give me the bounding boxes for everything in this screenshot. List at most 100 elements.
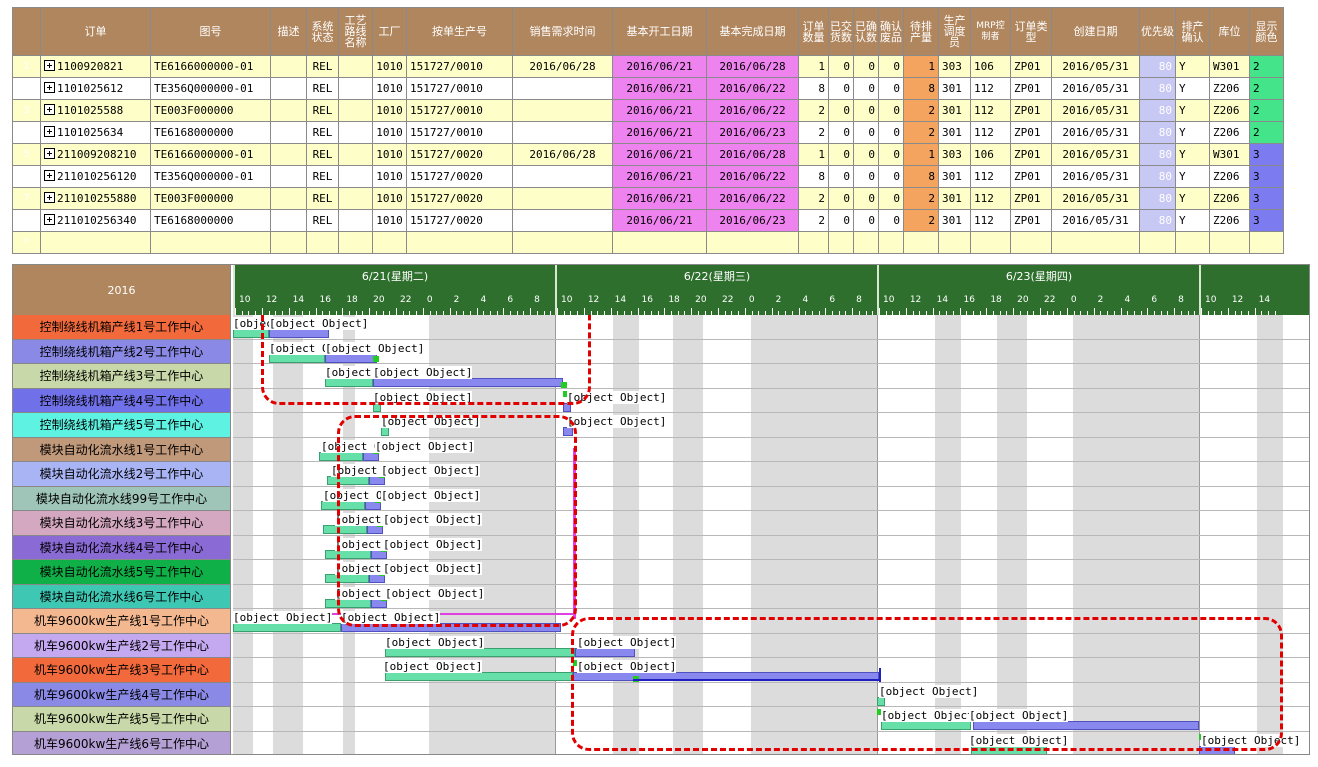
col-header[interactable]: 工艺路线名称	[338, 7, 373, 56]
color-cell[interactable]: 2	[1249, 55, 1284, 78]
finish-date-cell[interactable]: 2016/06/22	[706, 77, 799, 100]
col-header[interactable]: 生产调度员	[938, 7, 971, 56]
plant-cell[interactable]: 1010	[372, 165, 407, 188]
empty-cell[interactable]	[306, 231, 339, 254]
resource-row-label[interactable]: 机车9600kw生产线1号工作中心	[13, 609, 231, 634]
empty-cell[interactable]	[798, 231, 829, 254]
pending-cell[interactable]: 1	[903, 143, 939, 166]
finish-date-cell[interactable]: 2016/06/22	[706, 99, 799, 122]
plant-cell[interactable]: 1010	[372, 187, 407, 210]
priority-cell[interactable]: 80	[1139, 55, 1176, 78]
priority-cell[interactable]: 80	[1139, 143, 1176, 166]
type-cell[interactable]: ZP01	[1010, 121, 1052, 144]
col-header[interactable]: 基本完成日期	[706, 7, 799, 56]
col-header[interactable]: 库位	[1209, 7, 1250, 56]
start-date-cell[interactable]: 2016/06/21	[612, 121, 707, 144]
mto-cell[interactable]: 151727/0020	[406, 187, 513, 210]
part-number-cell[interactable]: TE6168000000	[150, 121, 271, 144]
sales-date-cell[interactable]	[512, 165, 613, 188]
empty-cell[interactable]	[338, 231, 373, 254]
type-cell[interactable]: ZP01	[1010, 55, 1052, 78]
col-header[interactable]: 创建日期	[1051, 7, 1140, 56]
part-number-cell[interactable]: TE6166000000-01	[150, 55, 271, 78]
empty-cell[interactable]	[150, 231, 271, 254]
scrap-cell[interactable]: 0	[878, 143, 904, 166]
resource-row-label[interactable]: 控制绕线机箱产线2号工作中心	[13, 339, 231, 364]
finish-date-cell[interactable]: 2016/06/28	[706, 143, 799, 166]
col-header[interactable]: 订单类型	[1010, 7, 1052, 56]
col-header[interactable]: 按单生产号	[406, 7, 513, 56]
delivered-cell[interactable]: 0	[828, 99, 854, 122]
order-cell[interactable]: 211010256120	[40, 165, 151, 188]
route-cell[interactable]	[338, 55, 373, 78]
created-date-cell[interactable]: 2016/05/31	[1051, 209, 1140, 232]
col-header[interactable]: 图号	[150, 7, 271, 56]
order-cell[interactable]: 1100920821	[40, 55, 151, 78]
priority-cell[interactable]: 80	[1139, 121, 1176, 144]
row-number[interactable]: 3	[12, 99, 41, 122]
part-number-cell[interactable]: TE6166000000-01	[150, 143, 271, 166]
pending-cell[interactable]: 2	[903, 187, 939, 210]
mto-cell[interactable]: 151727/0020	[406, 209, 513, 232]
empty-cell[interactable]	[1175, 231, 1210, 254]
new-row[interactable]: *	[12, 231, 1284, 254]
schedule-confirm-cell[interactable]: Y	[1175, 209, 1210, 232]
confirmed-cell[interactable]: 0	[853, 55, 879, 78]
desc-cell[interactable]	[270, 209, 307, 232]
resource-row-label[interactable]: 模块自动化流水线3号工作中心	[13, 511, 231, 536]
status-cell[interactable]: REL	[306, 143, 339, 166]
qty-cell[interactable]: 8	[798, 77, 829, 100]
expand-icon[interactable]	[44, 126, 55, 137]
plant-cell[interactable]: 1010	[372, 99, 407, 122]
start-date-cell[interactable]: 2016/06/21	[612, 143, 707, 166]
color-cell[interactable]: 3	[1249, 165, 1284, 188]
empty-cell[interactable]	[828, 231, 854, 254]
part-number-cell[interactable]: TE6168000000	[150, 209, 271, 232]
status-cell[interactable]: REL	[306, 55, 339, 78]
type-cell[interactable]: ZP01	[1010, 99, 1052, 122]
order-cell[interactable]: 211010255880	[40, 187, 151, 210]
delivered-cell[interactable]: 0	[828, 209, 854, 232]
corner-cell[interactable]	[12, 7, 41, 56]
col-header[interactable]: 订单	[40, 7, 151, 56]
qty-cell[interactable]: 8	[798, 165, 829, 188]
created-date-cell[interactable]: 2016/05/31	[1051, 77, 1140, 100]
expand-icon[interactable]	[44, 192, 55, 203]
route-cell[interactable]	[338, 209, 373, 232]
resource-row-label[interactable]: 模块自动化流水线2号工作中心	[13, 462, 231, 487]
priority-cell[interactable]: 80	[1139, 165, 1176, 188]
scrap-cell[interactable]: 0	[878, 165, 904, 188]
resource-row-label[interactable]: 机车9600kw生产线5号工作中心	[13, 707, 231, 732]
expand-icon[interactable]	[44, 60, 55, 71]
col-header[interactable]: MRP控制者	[970, 7, 1011, 56]
schedule-confirm-cell[interactable]: Y	[1175, 143, 1210, 166]
row-number[interactable]: 5	[12, 143, 41, 166]
empty-cell[interactable]	[512, 231, 613, 254]
location-cell[interactable]: Z206	[1209, 187, 1250, 210]
created-date-cell[interactable]: 2016/05/31	[1051, 143, 1140, 166]
resource-row-label[interactable]: 模块自动化流水线4号工作中心	[13, 535, 231, 560]
type-cell[interactable]: ZP01	[1010, 209, 1052, 232]
mrp-cell[interactable]: 112	[970, 209, 1011, 232]
col-header[interactable]: 系统状态	[306, 7, 339, 56]
color-cell[interactable]: 2	[1249, 77, 1284, 100]
color-cell[interactable]: 2	[1249, 121, 1284, 144]
qty-cell[interactable]: 1	[798, 55, 829, 78]
order-cell[interactable]: 211009208210	[40, 143, 151, 166]
status-cell[interactable]: REL	[306, 121, 339, 144]
location-cell[interactable]: Z206	[1209, 77, 1250, 100]
table-row[interactable]: 2 1101025612 TE356Q000000-01 REL 1010 151727/…	[12, 77, 1284, 100]
row-number[interactable]: 6	[12, 165, 41, 188]
scrap-cell[interactable]: 0	[878, 209, 904, 232]
status-cell[interactable]: REL	[306, 209, 339, 232]
location-cell[interactable]: W301	[1209, 143, 1250, 166]
col-header[interactable]: 优先级	[1139, 7, 1176, 56]
location-cell[interactable]: Z206	[1209, 209, 1250, 232]
mto-cell[interactable]: 151727/0010	[406, 55, 513, 78]
empty-cell[interactable]	[1209, 231, 1250, 254]
pending-cell[interactable]: 8	[903, 77, 939, 100]
mrp-cell[interactable]: 112	[970, 165, 1011, 188]
scheduler-cell[interactable]: 303	[938, 55, 971, 78]
order-cell[interactable]: 1101025634	[40, 121, 151, 144]
priority-cell[interactable]: 80	[1139, 99, 1176, 122]
